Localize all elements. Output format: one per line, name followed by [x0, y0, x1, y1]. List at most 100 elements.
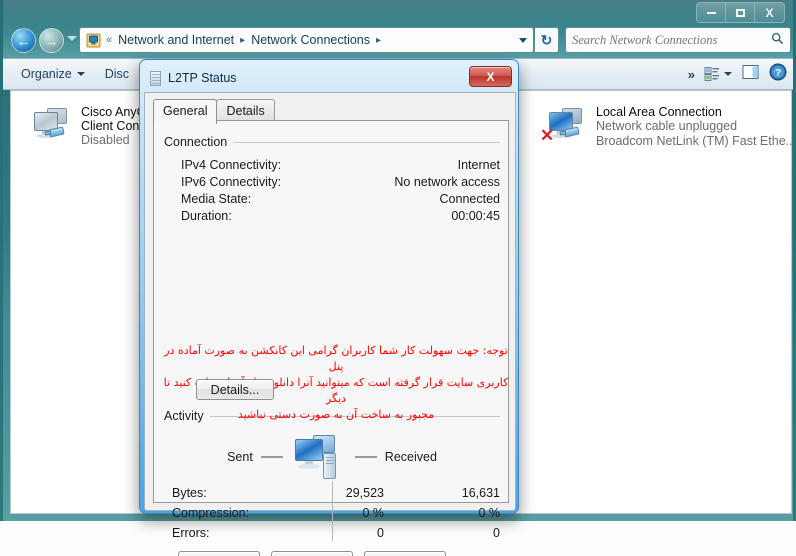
activity-group: Activity Sent Received Bytes: 29,523 16,… — [164, 409, 500, 543]
breadcrumb-separator-icon-2: ▸ — [376, 34, 382, 46]
row-media-state: Media State: Connected — [164, 191, 500, 208]
row-received-value: 0 % — [478, 506, 500, 520]
views-icon — [704, 67, 719, 81]
toolbar-organize-label: Organize — [21, 67, 72, 81]
tab-panel-general: Connection IPv4 Connectivity: Internet I… — [153, 120, 509, 556]
address-dropdown-button[interactable] — [513, 37, 533, 43]
screen: X ← → « Network and Internet ▸ Network C… — [0, 0, 796, 556]
row-key: Bytes: — [172, 486, 207, 500]
received-label: Received — [384, 450, 437, 464]
back-arrow-icon: ← — [16, 32, 31, 49]
chevron-down-icon — [76, 72, 85, 76]
search-input[interactable] — [572, 32, 762, 48]
l2tp-status-dialog: L2TP Status X General Details Connection — [139, 59, 519, 556]
list-item-title: Cisco AnyC — [81, 105, 146, 119]
refresh-icon: ↻ — [540, 31, 553, 48]
tab-general[interactable]: General — [153, 99, 218, 124]
activity-group-label: Activity — [164, 409, 204, 423]
action-buttons: Properties Disconnect Diagnose — [178, 551, 446, 556]
maximize-icon — [735, 8, 745, 17]
list-item-adapter: Broadcom NetLink (TM) Fast Ethe... — [596, 134, 794, 148]
row-received-value: 16,631 — [461, 486, 500, 500]
row-ipv4-connectivity: IPv4 Connectivity: Internet — [164, 157, 500, 174]
details-button-label: Details... — [210, 382, 260, 397]
dialog-title-bar[interactable]: L2TP Status X — [144, 64, 514, 92]
details-button[interactable]: Details... — [196, 379, 274, 400]
list-item[interactable]: ✕ Local Area Connection Network cable un… — [536, 99, 794, 154]
toolbar-disable-button[interactable]: Disc — [95, 63, 139, 85]
list-item-title: Local Area Connection — [596, 105, 722, 119]
row-key: Duration: — [181, 209, 232, 223]
breadcrumb-separator-icon: ▸ — [240, 34, 246, 46]
row-key: IPv6 Connectivity: — [181, 175, 282, 189]
list-item-title-2: Client Conn — [81, 119, 147, 133]
list-item-status: Network cable unplugged — [596, 119, 738, 133]
preview-pane-icon — [742, 64, 759, 79]
toolbar-help-button[interactable]: ? — [769, 63, 787, 86]
breadcrumb-item-network-and-internet[interactable]: Network and Internet — [115, 33, 237, 47]
sent-label: Sent — [227, 450, 253, 464]
group-divider — [209, 415, 500, 417]
minimize-button[interactable] — [697, 3, 726, 22]
window-controls: X — [696, 2, 785, 23]
minimize-icon — [706, 11, 716, 14]
activity-diagram: Sent Received — [164, 431, 500, 483]
row-key: Media State: — [181, 192, 252, 206]
toolbar-preview-pane-button[interactable] — [742, 64, 759, 85]
row-value: 00:00:45 — [451, 209, 500, 223]
link-line-right — [354, 456, 377, 458]
list-item-text: Local Area Connection Network cable unpl… — [596, 104, 794, 149]
activity-group-header: Activity — [164, 409, 500, 423]
properties-button[interactable]: Properties — [178, 551, 260, 556]
toolbar-overflow-button[interactable]: » — [688, 67, 695, 82]
maximize-button[interactable] — [726, 3, 755, 22]
disconnect-button[interactable]: Disconnect — [271, 551, 353, 556]
group-divider — [233, 141, 500, 143]
network-adapter-icon — [25, 104, 73, 148]
forward-arrow-icon: → — [44, 32, 59, 49]
row-value: Connected — [439, 192, 500, 206]
connection-group-header: Connection — [164, 135, 500, 149]
search-box[interactable] — [565, 27, 791, 53]
toolbar-disable-label: Disc — [104, 67, 130, 81]
toolbar-views-button[interactable] — [704, 66, 732, 82]
close-icon: X — [765, 5, 774, 20]
row-value: Internet — [457, 158, 500, 172]
error-x-icon: ✕ — [540, 126, 555, 145]
row-sent-value: 0 % — [362, 506, 384, 520]
connection-group-label: Connection — [164, 135, 228, 149]
row-key: Errors: — [172, 526, 210, 540]
diagnose-button[interactable]: Diagnose — [364, 551, 446, 556]
dialog-close-button[interactable]: X — [469, 66, 512, 87]
computer-icon — [291, 433, 347, 481]
address-bar[interactable]: « Network and Internet ▸ Network Connect… — [79, 27, 534, 53]
navigation-row: ← → « Network and Internet ▸ Network Con… — [3, 26, 793, 56]
chevron-down-icon — [724, 72, 732, 76]
connection-group: Connection IPv4 Connectivity: Internet I… — [164, 135, 500, 225]
toolbar-right-group: » ? — [688, 63, 791, 86]
network-location-icon — [83, 33, 103, 48]
breadcrumb-prefix: « — [106, 34, 113, 46]
search-icon — [771, 32, 784, 48]
toolbar-organize-button[interactable]: Organize — [11, 63, 95, 85]
row-received-value: 0 — [493, 526, 500, 540]
row-duration: Duration: 00:00:45 — [164, 208, 500, 225]
row-sent-value: 0 — [377, 526, 384, 540]
list-item-status: Disabled — [81, 133, 130, 147]
dialog-title: L2TP Status — [168, 71, 237, 85]
back-button[interactable]: ← — [11, 28, 36, 53]
refresh-button[interactable]: ↻ — [535, 27, 559, 53]
forward-button[interactable]: → — [39, 28, 64, 53]
recent-pages-dropdown-icon[interactable] — [67, 36, 77, 41]
link-line-left — [260, 456, 283, 458]
help-icon: ? — [769, 63, 787, 80]
chevron-down-icon — [519, 37, 527, 43]
breadcrumb-item-network-connections[interactable]: Network Connections — [248, 33, 373, 47]
dialog-body: General Details Connection IPv4 Connecti… — [144, 92, 516, 556]
close-button[interactable]: X — [755, 3, 784, 22]
list-item-text: Cisco AnyC Client Conn Disabled — [81, 104, 146, 149]
row-sent-value: 29,523 — [345, 486, 384, 500]
plug-icon — [44, 126, 67, 139]
status-icon — [150, 70, 161, 86]
row-value: No network access — [394, 175, 500, 189]
